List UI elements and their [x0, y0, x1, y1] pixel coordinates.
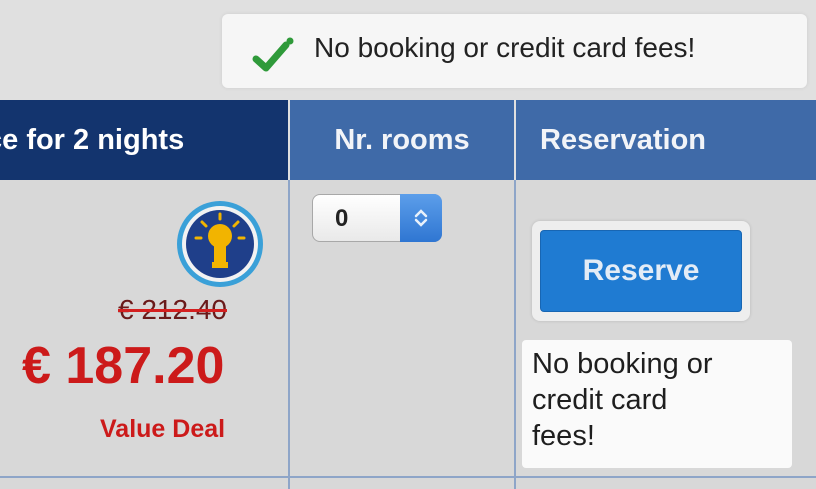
fees-note-line: fees! — [532, 420, 595, 452]
row-divider — [0, 476, 816, 478]
column-divider — [288, 180, 290, 489]
rooms-select-value: 0 — [335, 205, 349, 232]
header-rooms: Nr. rooms — [290, 100, 514, 180]
discounted-price: € 187.20 — [22, 337, 225, 395]
value-deal-label: Value Deal — [100, 415, 226, 443]
header-rooms-label: Nr. rooms — [334, 123, 470, 156]
column-divider — [514, 180, 516, 489]
rates-table: ce for 2 nights Nr. rooms Reservation € … — [0, 100, 816, 489]
no-fees-notice: No booking or credit card fees! — [222, 14, 807, 88]
notice-text: No booking or credit card fees! — [314, 32, 696, 63]
checkmark-icon — [252, 37, 294, 72]
rooms-select[interactable]: 0 — [312, 194, 442, 242]
header-reservation: Reservation — [516, 100, 816, 180]
select-arrows-icon[interactable] — [400, 194, 442, 242]
header-price-label: ce for 2 nights — [0, 123, 185, 156]
original-price: € 212.40 — [118, 294, 227, 325]
reserve-button-frame: Reserve — [532, 221, 750, 321]
value-deal-bulb-icon — [177, 201, 263, 287]
reserve-button[interactable]: Reserve — [540, 230, 742, 312]
fees-note-line: No booking or — [532, 348, 713, 380]
fees-note-line: credit card — [532, 384, 668, 416]
header-reservation-label: Reservation — [540, 123, 707, 156]
reservation-fees-note: No booking or credit card fees! — [522, 340, 792, 468]
header-price: ce for 2 nights — [0, 100, 288, 180]
